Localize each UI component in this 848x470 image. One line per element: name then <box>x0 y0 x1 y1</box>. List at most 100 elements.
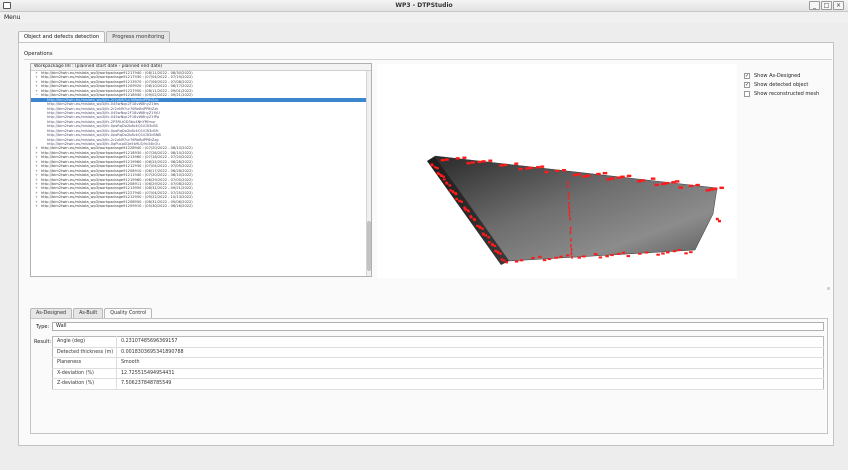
defect-point <box>677 249 682 252</box>
defect-point <box>440 175 444 177</box>
tree-item-label: http://bim2twin.eu/mislata_wp3/workpacka… <box>41 71 193 75</box>
show-as-designed-option[interactable]: ✓ Show As-Designed <box>744 71 819 80</box>
show-reconstructed-mesh-checkbox[interactable] <box>744 90 750 97</box>
defect-point <box>431 164 434 167</box>
tab-progress-monitoring[interactable]: Progress monitoring <box>106 31 171 42</box>
tree-item-label: http://bim2twin.eu/mislata_wp3/workpacka… <box>41 75 193 80</box>
result-value: 0.0018303695341890788 <box>116 347 824 358</box>
defect-point <box>571 255 573 259</box>
defect-point <box>448 184 452 187</box>
defect-point <box>569 217 571 221</box>
tree-item-label: http://bim2twin.eu/mislata_wp3/workpacka… <box>41 164 193 169</box>
defect-point <box>473 218 476 222</box>
defect-point <box>585 174 591 177</box>
result-key: Z-deviation (%) <box>52 378 117 390</box>
defect-point <box>433 166 437 169</box>
show-detected-object-label: Show detected object <box>754 81 809 88</box>
defect-point <box>561 169 566 172</box>
splitter-handle[interactable] <box>827 287 830 290</box>
tab-as-built[interactable]: As-Built <box>73 308 104 318</box>
defect-point <box>491 243 494 247</box>
defect-point <box>525 167 530 170</box>
defect-point <box>621 251 626 254</box>
tree-item-label: http://bim2twin.eu/mislata_wp3/ifc-0psRq… <box>47 124 158 129</box>
menu-item-menu[interactable]: Menu <box>4 14 20 21</box>
defect-point <box>514 162 519 165</box>
result-value: 0.23107485696369157 <box>116 336 824 348</box>
defect-point <box>499 164 504 167</box>
defect-point <box>672 250 677 253</box>
defect-point <box>596 172 601 176</box>
defect-point <box>469 216 473 219</box>
tree-item-label: http://bim2twin.eu/mislata_wp3/ifc-0psRq… <box>47 133 161 138</box>
defect-point <box>514 260 519 263</box>
defect-point <box>565 254 570 257</box>
defect-point <box>602 171 608 175</box>
defect-point <box>547 257 552 260</box>
minimize-button[interactable]: _ <box>809 1 820 10</box>
defect-point <box>454 192 458 196</box>
scrollbar-thumb[interactable] <box>367 221 371 271</box>
defect-point <box>684 252 688 255</box>
defect-point <box>449 189 452 192</box>
result-table: Angle (deg) 0.23107485696369157 Detected … <box>52 336 824 390</box>
tree-item-label: http://bim2twin.eu/mislata_wp3/workpacka… <box>41 155 193 160</box>
tree-item[interactable]: + http://bim2twin.eu/mislata_wp3/workpack… <box>31 204 366 208</box>
tree-item-label: http://bim2twin.eu/mislata_wp3/workpacka… <box>41 181 193 186</box>
tree-item-label: http://bim2twin.eu/mislata_wp3/workpacka… <box>41 195 193 200</box>
tree-item-label: http://bim2twin.eu/mislata_wp3/ifc-2r2xN… <box>47 137 159 142</box>
defect-point <box>519 259 524 262</box>
defect-point <box>568 202 570 206</box>
defect-point <box>437 172 440 176</box>
show-detected-object-checkbox[interactable]: ✓ <box>744 81 750 88</box>
defect-point <box>688 184 694 188</box>
defect-point <box>542 259 547 262</box>
table-row[interactable]: Planeness Smooth <box>52 357 824 369</box>
table-row[interactable]: X-deviation (%) 12.725515494954431 <box>52 368 824 379</box>
defect-point <box>593 253 598 256</box>
defect-point <box>436 167 439 170</box>
defect-point <box>570 238 572 242</box>
type-field[interactable]: Wall <box>52 322 824 331</box>
table-row[interactable]: Detected thickness (m) 0.0018303695341890… <box>52 347 824 358</box>
window-controls: _ □ × <box>809 1 844 11</box>
defect-point <box>598 256 603 259</box>
tab-as-designed[interactable]: As-Designed <box>30 308 73 318</box>
result-key: Detected thickness (m) <box>52 347 117 358</box>
show-detected-object-option[interactable]: ✓ Show detected object <box>744 80 819 89</box>
show-reconstructed-mesh-option[interactable]: Show reconstructed mesh <box>744 89 819 98</box>
table-row[interactable]: Angle (deg) 0.23107485696369157 <box>52 336 824 348</box>
details-tab-bar: As-Designed As-Built Quality Control <box>30 308 153 319</box>
defect-point <box>695 183 700 187</box>
wall-front-face <box>434 155 718 262</box>
defect-point <box>537 255 542 258</box>
defect-point <box>555 169 560 173</box>
defect-point <box>482 233 485 236</box>
defect-point <box>440 158 445 162</box>
tree-item-label: http://bim2twin.eu/mislata_wp3/workpacka… <box>41 150 193 155</box>
defect-point <box>610 177 615 180</box>
tree-item-label: http://bim2twin.eu/mislata_wp3/workpacka… <box>41 168 193 173</box>
show-as-designed-checkbox[interactable]: ✓ <box>744 72 750 79</box>
tree-scrollbar[interactable] <box>366 71 371 276</box>
defect-point <box>715 217 719 221</box>
tree-item-label: http://bim2twin.eu/mislata_wp3/workpacka… <box>41 177 193 182</box>
defect-point <box>488 241 491 244</box>
defect-point <box>678 186 684 189</box>
defect-point <box>481 227 484 230</box>
tree-item-label: http://bim2twin.eu/mislata_wp3/workpacka… <box>41 186 193 191</box>
defect-point <box>531 257 535 260</box>
defect-point <box>577 173 581 176</box>
maximize-button[interactable]: □ <box>821 1 832 10</box>
3d-wall-model[interactable] <box>377 64 737 278</box>
workpackage-tree-header[interactable]: Workpackage IRI : (planned start date - … <box>31 64 371 71</box>
table-row[interactable]: Z-deviation (%) 7.506237848785549 <box>52 378 824 390</box>
close-button[interactable]: × <box>833 1 844 10</box>
3d-viewer[interactable] <box>377 64 737 278</box>
defect-point <box>567 181 569 185</box>
tree-item-label: http://bim2twin.eu/mislata_wp3/workpacka… <box>41 173 193 178</box>
workpackage-tree[interactable]: Workpackage IRI : (planned start date - … <box>30 63 372 277</box>
defect-point <box>568 213 571 217</box>
result-value: 7.506237848785549 <box>116 378 824 390</box>
defect-point <box>455 157 460 160</box>
